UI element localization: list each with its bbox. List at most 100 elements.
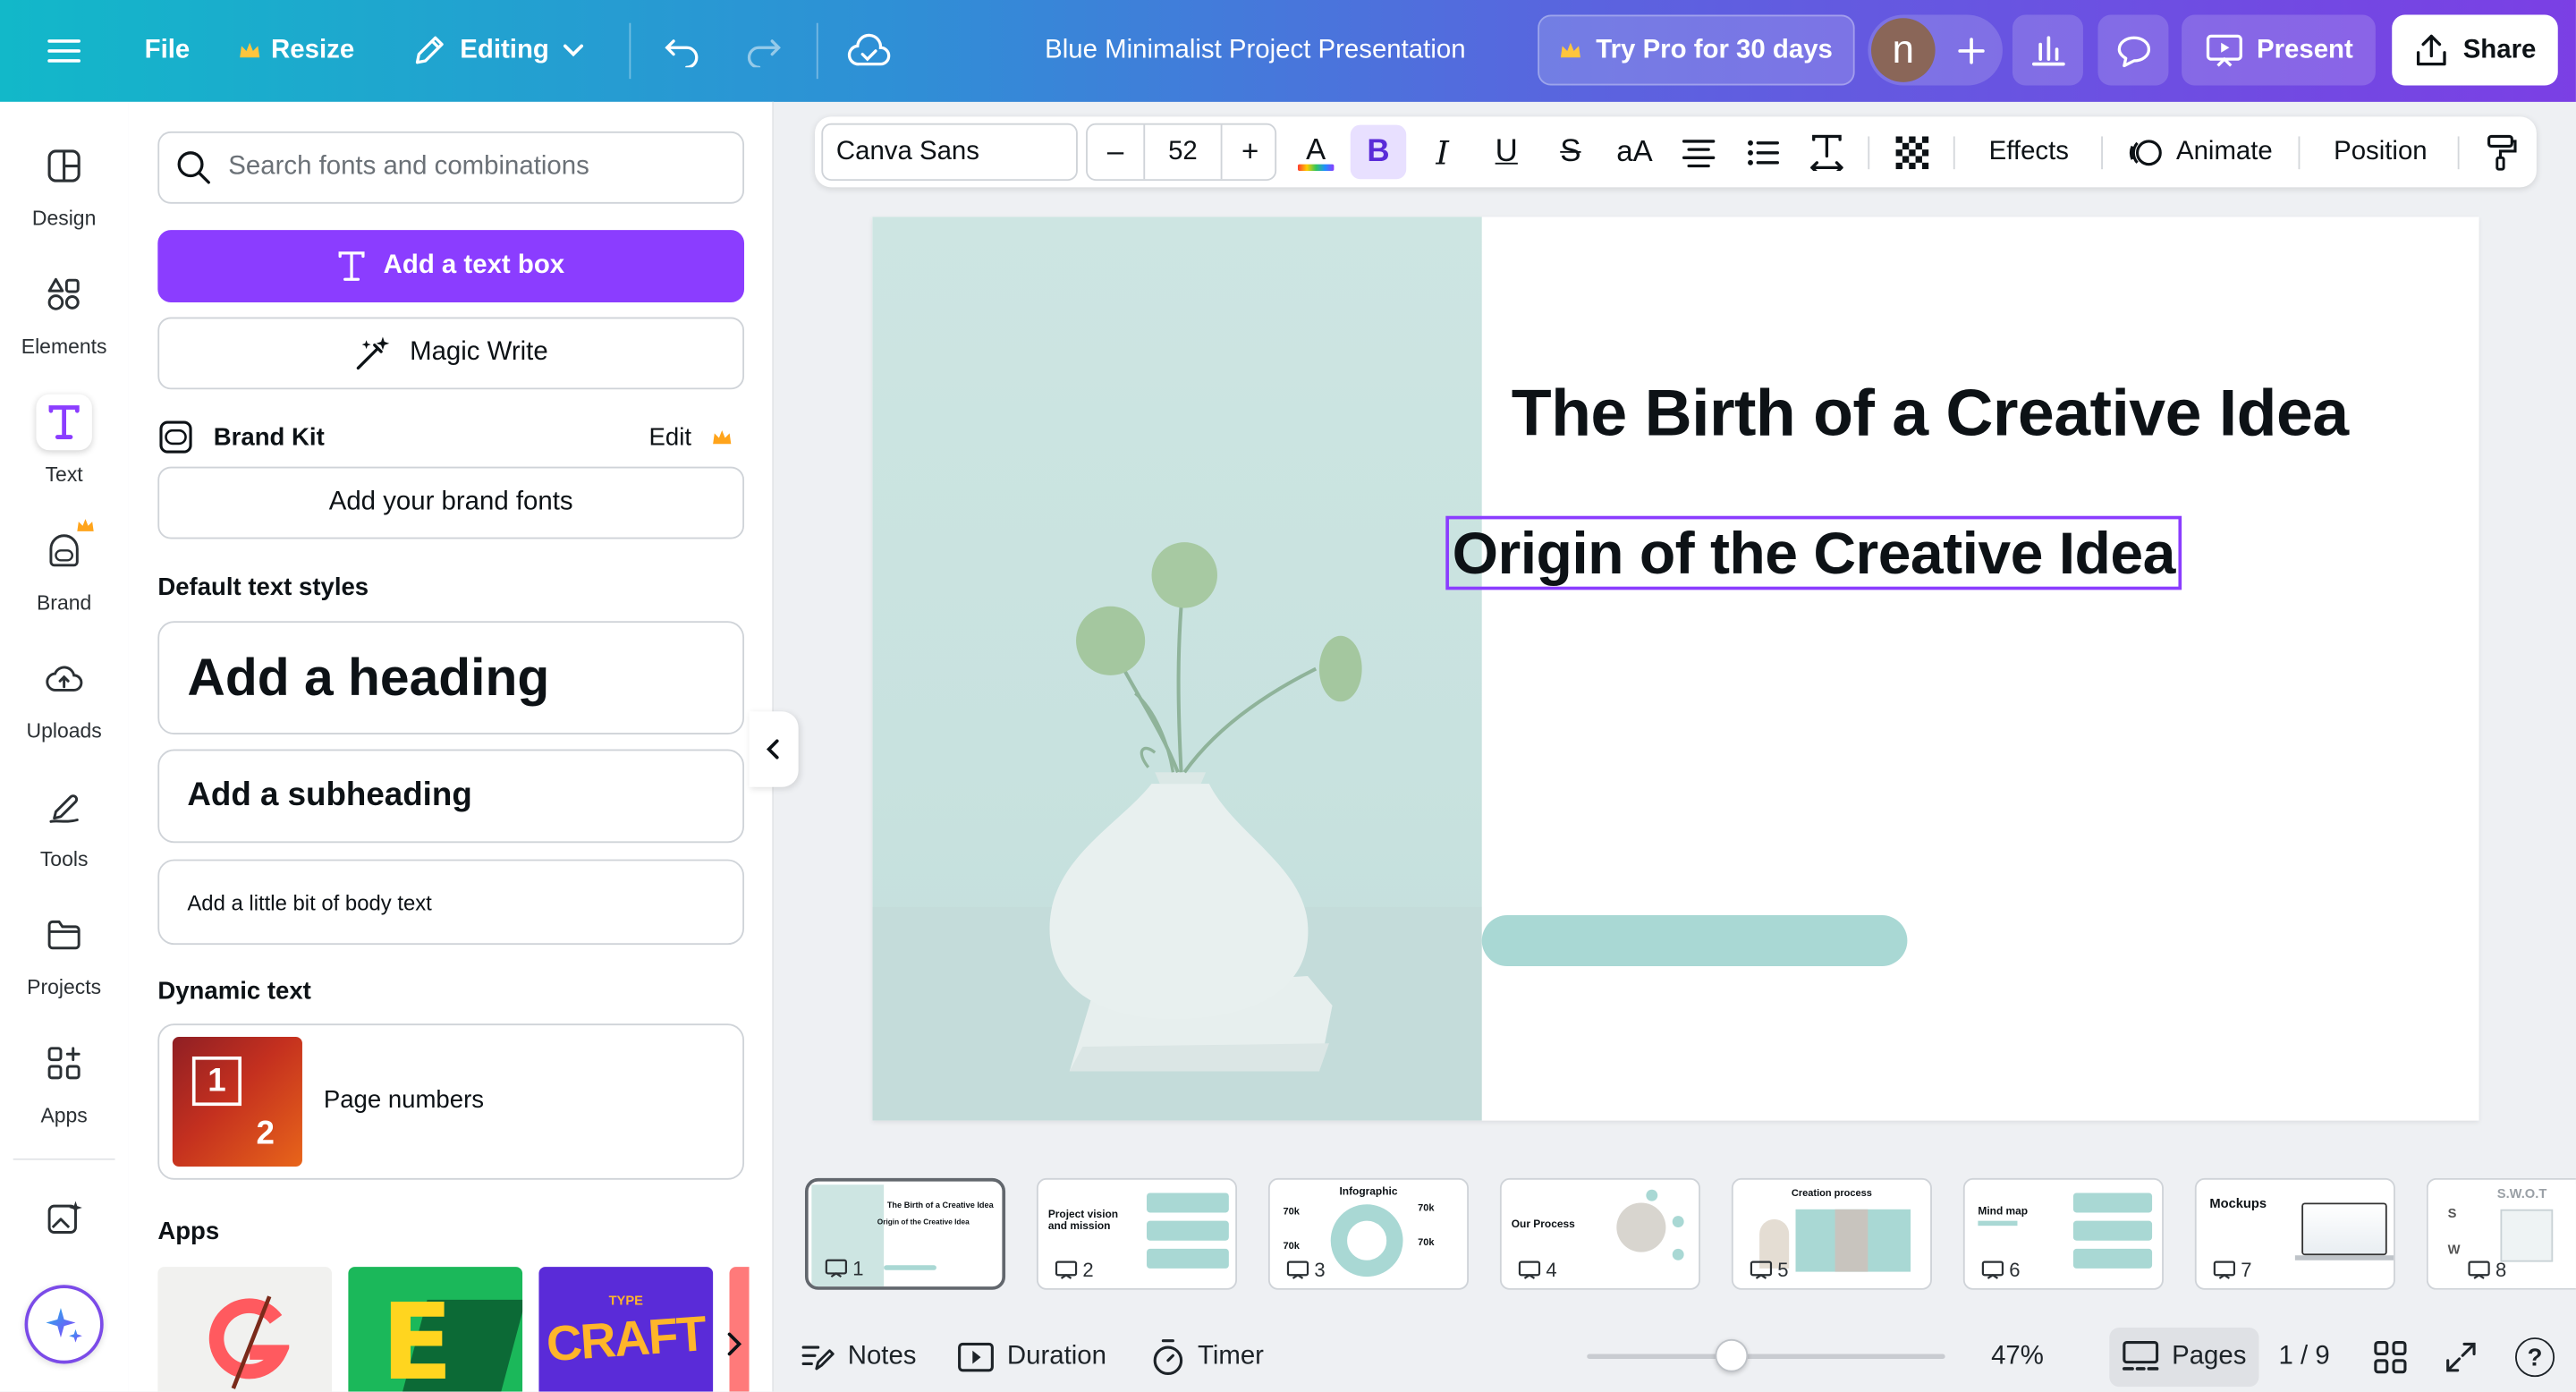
- effects-button[interactable]: Effects: [1970, 116, 2088, 187]
- zoom-slider[interactable]: [1587, 1338, 1945, 1372]
- align-button[interactable]: [1671, 116, 1726, 187]
- thumb-block: [1147, 1193, 1229, 1213]
- magic-media-button[interactable]: [45, 1200, 84, 1239]
- page-thumbnail-2[interactable]: Project vision and mission 2: [1036, 1177, 1238, 1290]
- strikethrough-button[interactable]: S: [1543, 116, 1598, 187]
- spacing-button[interactable]: [1799, 116, 1854, 187]
- rail-item-uploads[interactable]: Uploads: [0, 650, 128, 766]
- rail-item-design[interactable]: Design: [0, 138, 128, 253]
- page-thumbnail-1[interactable]: The Birth of a Creative Idea Origin of t…: [804, 1177, 1006, 1290]
- fullscreen-button[interactable]: [2445, 1328, 2478, 1387]
- slide-canvas[interactable]: The Birth of a Creative Idea Origin of t…: [872, 216, 2479, 1121]
- thumb-subtitle: Origin of the Creative Idea: [877, 1217, 970, 1226]
- resize-button[interactable]: Resize: [238, 0, 354, 102]
- page-thumbnail-4[interactable]: Our Process 4: [1499, 1177, 1700, 1290]
- editing-dropdown[interactable]: Editing: [411, 0, 585, 102]
- collapse-panel-button[interactable]: [749, 711, 799, 787]
- file-menu[interactable]: File: [145, 0, 191, 102]
- slide-photo[interactable]: [872, 216, 1482, 1121]
- magic-write-button[interactable]: Magic Write: [157, 317, 745, 390]
- rail-item-brand[interactable]: Brand: [0, 519, 128, 638]
- save-status-button[interactable]: [846, 0, 892, 102]
- slide-title[interactable]: The Birth of a Creative Idea: [1512, 378, 2349, 452]
- font-family-dropdown[interactable]: Canva Sans: [821, 123, 1078, 182]
- share-button[interactable]: Share: [2392, 14, 2558, 86]
- app-tile-3[interactable]: TYPE CRAFT: [538, 1267, 714, 1392]
- zoom-level[interactable]: 47%: [1991, 1328, 2044, 1387]
- app-tile-4-partial[interactable]: [729, 1267, 750, 1392]
- add-brand-fonts-button[interactable]: Add your brand fonts: [157, 466, 745, 539]
- timer-button[interactable]: Timer: [1152, 1328, 1264, 1387]
- document-title-text: Blue Minimalist Project Presentation: [1045, 36, 1466, 64]
- letter-case-button[interactable]: aA: [1606, 116, 1662, 187]
- thumb-donut: [1330, 1204, 1403, 1277]
- rail-item-tools[interactable]: Tools: [0, 779, 128, 895]
- transparency-button[interactable]: [1885, 116, 1940, 187]
- add-heading-button[interactable]: Add a heading: [157, 621, 745, 735]
- position-button[interactable]: Position: [2315, 116, 2446, 187]
- redo-button[interactable]: [744, 0, 784, 102]
- document-title[interactable]: Blue Minimalist Project Presentation: [1045, 0, 1465, 102]
- rail-item-apps[interactable]: Apps: [0, 1035, 128, 1150]
- font-size-increase-button[interactable]: +: [1223, 125, 1278, 180]
- rail-item-elements[interactable]: Elements: [0, 267, 128, 382]
- apps-scroll-right-button[interactable]: [723, 1331, 746, 1357]
- text-color-button[interactable]: A: [1288, 116, 1343, 187]
- search-input[interactable]: Search fonts and combinations: [157, 131, 745, 204]
- canva-assistant-button[interactable]: [24, 1285, 104, 1364]
- zoom-slider-handle[interactable]: [1715, 1338, 1749, 1372]
- undo-icon: [665, 39, 699, 68]
- undo-button[interactable]: [662, 0, 701, 102]
- font-size-decrease-button[interactable]: –: [1088, 125, 1143, 180]
- avatar[interactable]: n: [1871, 18, 1936, 82]
- grid-view-button[interactable]: [2374, 1328, 2407, 1387]
- image-sparkle-icon: [47, 1201, 82, 1234]
- copy-style-button[interactable]: [2474, 116, 2529, 187]
- present-icon: [2206, 33, 2242, 66]
- try-pro-button[interactable]: Try Pro for 30 days: [1538, 14, 1855, 86]
- page-thumbnail-8[interactable]: S.W.O.T S W 8: [2426, 1177, 2576, 1290]
- duration-label: Duration: [1006, 1342, 1106, 1371]
- add-text-box-button[interactable]: Add a text box: [157, 230, 745, 302]
- app-tile-2[interactable]: E: [348, 1267, 523, 1392]
- default-styles-heading: Default text styles: [157, 573, 369, 602]
- page-thumbnail-7[interactable]: Mockups 7: [2194, 1177, 2395, 1290]
- divider: [13, 1158, 115, 1160]
- text-color-glyph: A: [1306, 132, 1326, 166]
- add-body-text-button[interactable]: Add a little bit of body text: [157, 859, 745, 946]
- brand-kit-edit-button[interactable]: Edit: [648, 416, 732, 459]
- thumb-number: 6: [1981, 1259, 2021, 1282]
- page-number-icon-1: 1: [191, 1056, 242, 1107]
- pages-button[interactable]: Pages: [2109, 1328, 2260, 1388]
- page-numbers-card[interactable]: 1 2 Page numbers: [157, 1023, 745, 1180]
- slide-subtitle-selected[interactable]: Origin of the Creative Idea: [1445, 515, 2182, 590]
- invite-button[interactable]: [1938, 18, 2003, 82]
- page-thumbnail-5[interactable]: Creation process 5: [1731, 1177, 1932, 1290]
- bold-button[interactable]: B: [1350, 124, 1407, 180]
- duration-button[interactable]: Duration: [958, 1328, 1106, 1387]
- timer-label: Timer: [1197, 1342, 1264, 1371]
- slide-accent-bar[interactable]: [1481, 915, 1908, 966]
- rail-item-projects[interactable]: Projects: [0, 907, 128, 1023]
- font-size-input[interactable]: 52: [1143, 124, 1223, 180]
- rail-item-text[interactable]: Text: [0, 394, 128, 510]
- underline-button[interactable]: U: [1479, 116, 1534, 187]
- menu-button[interactable]: [46, 0, 81, 102]
- thumb-value: 70k: [1418, 1204, 1435, 1215]
- thumb-dot: [1646, 1189, 1658, 1201]
- notes-button[interactable]: Notes: [801, 1328, 917, 1387]
- app-logo-icon: [208, 1295, 290, 1389]
- page-thumbnail-3[interactable]: Infographic 70k 70k 70k 70k 3: [1267, 1177, 1470, 1290]
- app-tile-1[interactable]: [157, 1267, 333, 1392]
- add-subheading-button[interactable]: Add a subheading: [157, 749, 745, 844]
- pages-icon: [2123, 1341, 2159, 1371]
- insights-button[interactable]: [2012, 14, 2083, 86]
- present-button[interactable]: Present: [2182, 14, 2376, 86]
- page-thumbnail-6[interactable]: Mind map 6: [1962, 1177, 2164, 1290]
- italic-button[interactable]: I: [1414, 116, 1470, 187]
- comments-button[interactable]: [2097, 14, 2169, 86]
- list-button[interactable]: [1735, 116, 1791, 187]
- animate-button[interactable]: Animate: [2121, 116, 2278, 187]
- app-tile-3-small: TYPE: [608, 1293, 643, 1309]
- help-button[interactable]: ?: [2514, 1337, 2555, 1378]
